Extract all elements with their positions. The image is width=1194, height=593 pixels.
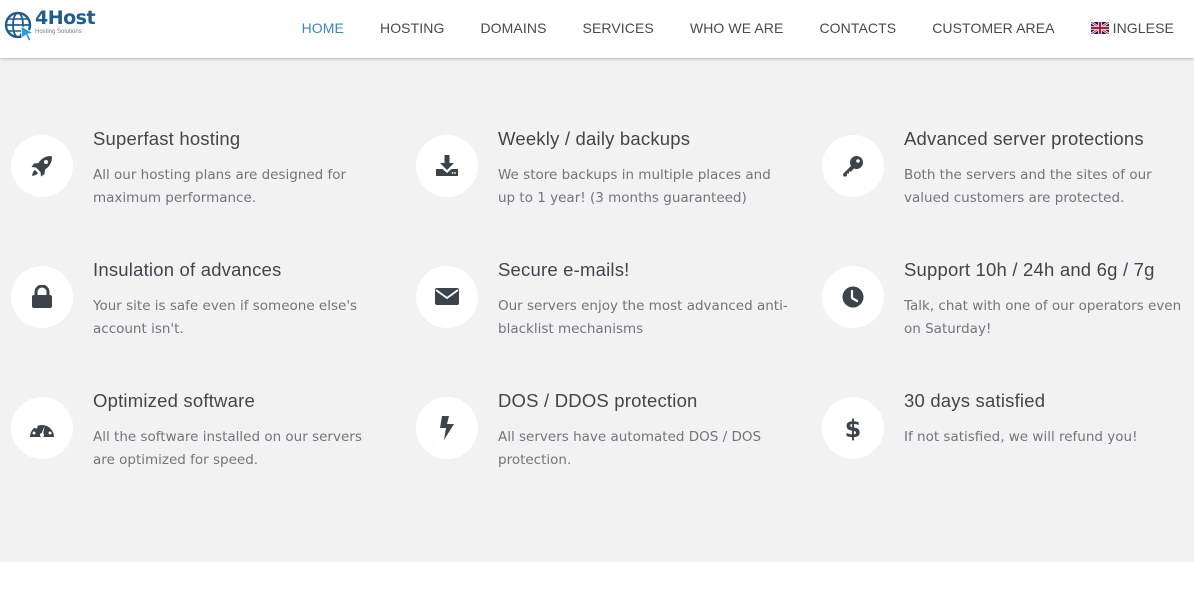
brand-name: 4Host xyxy=(35,7,96,29)
uk-flag-icon xyxy=(1090,22,1109,34)
envelope-icon xyxy=(435,288,459,305)
download-icon xyxy=(436,155,458,176)
feature-icon-circle xyxy=(11,135,73,197)
clock-icon xyxy=(842,286,864,308)
feature-description: We store backups in multiple places and … xyxy=(498,167,771,206)
language-label: INGLESE xyxy=(1112,20,1174,36)
nav-item-home[interactable]: HOME xyxy=(302,20,344,36)
feature-ddos-protection: DOS / DDOS protection All servers have a… xyxy=(405,390,805,507)
nav-item-customer-area[interactable]: CUSTOMER AREA xyxy=(932,20,1054,36)
feature-title: DOS / DDOS protection xyxy=(498,390,698,411)
feature-icon-circle: $ xyxy=(822,397,884,459)
feature-description: Both the servers and the sites of our va… xyxy=(904,167,1152,206)
feature-icon-circle xyxy=(416,397,478,459)
features-section: Superfast hosting All our hosting plans … xyxy=(0,58,1194,562)
brand-tagline: Hosting Solutions xyxy=(35,29,82,35)
nav-item-services[interactable]: SERVICES xyxy=(583,20,654,36)
dollar-icon: $ xyxy=(845,415,861,442)
key-icon xyxy=(843,156,863,177)
main-nav: HOME HOSTING DOMAINS SERVICES WHO WE ARE… xyxy=(266,0,1174,56)
feature-server-protections: Advanced server protections Both the ser… xyxy=(811,128,1194,245)
language-selector[interactable]: INGLESE xyxy=(1090,20,1174,36)
feature-icon-circle xyxy=(822,266,884,328)
nav-item-hosting[interactable]: HOSTING xyxy=(380,20,444,36)
feature-secure-emails: Secure e-mails! Our servers enjoy the mo… xyxy=(405,259,805,376)
feature-insulation: Insulation of advances Your site is safe… xyxy=(0,259,400,376)
site-header: 4Host Hosting Solutions HOME HOSTING DOM… xyxy=(0,0,1194,58)
feature-icon-circle xyxy=(11,266,73,328)
nav-item-who-we-are[interactable]: WHO WE ARE xyxy=(690,20,784,36)
feature-icon-circle xyxy=(416,135,478,197)
feature-title: Weekly / daily backups xyxy=(498,128,691,149)
feature-title: Superfast hosting xyxy=(93,128,241,149)
feature-optimized-software: Optimized software All the software inst… xyxy=(0,390,400,507)
nav-item-domains[interactable]: DOMAINS xyxy=(480,20,546,36)
feature-description: All servers have automated DOS / DOS pro… xyxy=(498,429,762,468)
feature-satisfaction: $ 30 days satisfied If not satisfied, we… xyxy=(811,390,1194,507)
nav-item-contacts[interactable]: CONTACTS xyxy=(819,20,896,36)
feature-title: Insulation of advances xyxy=(93,259,282,280)
feature-description: Your site is safe even if someone else's… xyxy=(93,298,358,337)
feature-icon-circle xyxy=(416,266,478,328)
feature-description: All the software installed on our server… xyxy=(93,429,362,468)
lock-icon xyxy=(32,285,52,308)
feature-title: Advanced server protections xyxy=(904,128,1144,149)
feature-icon-circle xyxy=(822,135,884,197)
feature-description: Talk, chat with one of our operators eve… xyxy=(904,298,1182,337)
logo[interactable]: 4Host Hosting Solutions xyxy=(4,6,100,42)
feature-backups: Weekly / daily backups We store backups … xyxy=(405,128,805,245)
bolt-icon xyxy=(440,416,454,440)
feature-description: Our servers enjoy the most advanced anti… xyxy=(498,298,788,337)
feature-superfast-hosting: Superfast hosting All our hosting plans … xyxy=(0,128,400,245)
svg-text:$: $ xyxy=(845,415,861,442)
feature-title: Optimized software xyxy=(93,390,255,411)
feature-title: Support 10h / 24h and 6g / 7g xyxy=(904,259,1155,280)
feature-support: Support 10h / 24h and 6g / 7g Talk, chat… xyxy=(811,259,1194,376)
rocket-icon xyxy=(31,156,52,177)
feature-description: All our hosting plans are designed for m… xyxy=(93,167,347,206)
feature-title: 30 days satisfied xyxy=(904,390,1046,411)
feature-description: If not satisfied, we will refund you! xyxy=(904,429,1138,445)
feature-icon-circle xyxy=(11,397,73,459)
dashboard-icon xyxy=(30,422,54,437)
feature-title: Secure e-mails! xyxy=(498,259,630,280)
globe-cursor-icon xyxy=(4,11,35,42)
